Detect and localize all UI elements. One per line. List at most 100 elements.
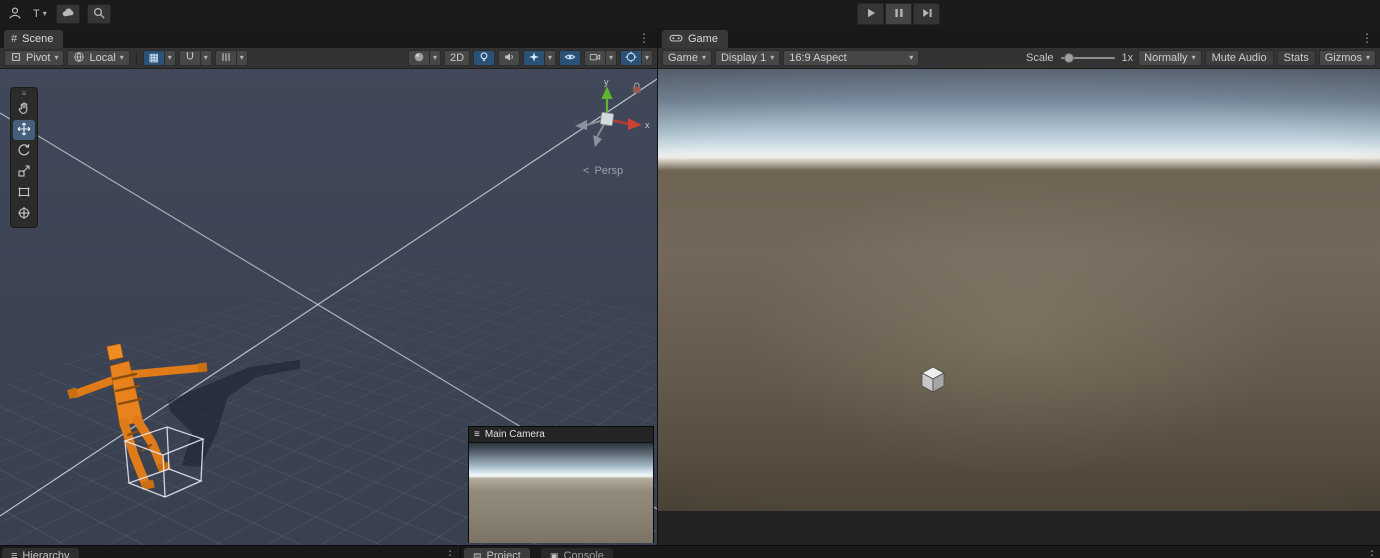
tools-dropdown-label: T	[33, 8, 40, 20]
lightbulb-icon	[478, 51, 490, 66]
console-icon: ▣	[550, 551, 559, 558]
tab-game[interactable]: Game	[662, 30, 728, 48]
rotate-tool-button[interactable]	[13, 141, 35, 161]
main-toolbar: T ▾	[0, 0, 1380, 29]
hand-icon	[17, 101, 31, 118]
camera-settings-button[interactable]	[584, 50, 606, 66]
grid-visibility-toggle[interactable]: ▦	[143, 50, 165, 66]
move-tool-button[interactable]	[13, 120, 35, 140]
tools-dropdown[interactable]: T ▾	[31, 4, 49, 24]
display-target-dropdown[interactable]: Game ▾	[662, 50, 712, 66]
scale-tool-button[interactable]	[13, 162, 35, 182]
account-button[interactable]	[6, 4, 24, 24]
eye-icon	[564, 51, 576, 66]
view-tool-button[interactable]	[13, 99, 35, 119]
shaded-sphere-icon	[413, 51, 425, 66]
play-mode-dropdown[interactable]: Normally ▾	[1138, 50, 1201, 66]
game-toolbar: Game ▾ Display 1 ▾ 16:9 Aspect ▾ Scale 1…	[658, 48, 1380, 69]
scale-slider[interactable]	[1059, 50, 1117, 66]
cube-object	[920, 365, 946, 394]
step-icon	[920, 6, 934, 23]
handle-space-dropdown[interactable]: Local ▾	[67, 50, 129, 66]
chevron-down-icon: ▾	[240, 54, 244, 62]
game-gizmos-dropdown[interactable]: Gizmos ▾	[1319, 50, 1376, 66]
orientation-gizmo: y x < Persp	[545, 79, 657, 181]
cloud-button[interactable]	[56, 4, 80, 24]
pause-button[interactable]	[885, 3, 912, 25]
globe-icon	[73, 51, 85, 66]
account-icon	[8, 6, 22, 23]
rect-tool-button[interactable]	[13, 183, 35, 203]
game-panel-menu-icon[interactable]: ⋮	[1361, 32, 1373, 44]
hamburger-icon: ≡	[474, 429, 480, 440]
shading-mode-options[interactable]: ▾	[430, 50, 441, 66]
project-panel-menu-icon[interactable]: ⋮	[1366, 548, 1378, 558]
gizmos-toggle[interactable]	[620, 50, 642, 66]
grid-visibility-options[interactable]: ▾	[165, 50, 176, 66]
projection-toggle[interactable]: < Persp	[583, 165, 623, 177]
aspect-ratio-dropdown[interactable]: 16:9 Aspect ▾	[783, 50, 919, 66]
gizmo-globe-icon	[625, 51, 637, 66]
grid-snap-options[interactable]: ▾	[237, 50, 248, 66]
transform-tool-button[interactable]	[13, 204, 35, 224]
shading-mode-button[interactable]	[408, 50, 430, 66]
play-mode-label: Normally	[1144, 52, 1187, 64]
scene-lighting-toggle[interactable]	[473, 50, 495, 66]
gizmo-x-axis[interactable]: x	[607, 118, 650, 130]
scene-visibility-toggle[interactable]	[559, 50, 581, 66]
play-button[interactable]	[857, 3, 884, 25]
display-number-dropdown[interactable]: Display 1 ▾	[715, 50, 780, 66]
scene-tab-label: Scene	[22, 33, 53, 45]
display-number-label: Display 1	[721, 52, 766, 64]
tab-project[interactable]: ▤ Project	[464, 548, 530, 558]
lock-icon[interactable]	[633, 83, 640, 93]
play-controls	[857, 3, 940, 25]
step-button[interactable]	[913, 3, 940, 25]
stats-button[interactable]: Stats	[1277, 50, 1316, 66]
snap-options[interactable]: ▾	[201, 50, 212, 66]
transform-icon	[17, 206, 31, 223]
snap-toggle[interactable]	[179, 50, 201, 66]
chevron-down-icon: ▾	[909, 54, 913, 62]
scene-effects-options[interactable]: ▾	[545, 50, 556, 66]
axis-x-label: x	[645, 120, 650, 130]
hierarchy-panel-menu-icon[interactable]: ⋮	[444, 548, 456, 558]
camera-settings-options[interactable]: ▾	[606, 50, 617, 66]
mute-audio-button[interactable]: Mute Audio	[1205, 50, 1274, 66]
axis-y-label: y	[604, 79, 609, 87]
speaker-icon	[503, 51, 515, 66]
scene-viewport[interactable]: ≡ y x < Persp ≡ Main Camera	[0, 69, 657, 545]
chevron-down-icon: ▾	[1366, 54, 1370, 62]
chevron-down-icon: ▾	[645, 54, 649, 62]
gizmo-center-cube[interactable]	[600, 112, 614, 126]
magnet-icon	[184, 51, 196, 66]
camera-preview-overlay[interactable]: ≡ Main Camera	[468, 426, 654, 543]
scene-audio-toggle[interactable]	[498, 50, 520, 66]
search-button[interactable]	[87, 4, 111, 24]
scene-effects-toggle[interactable]	[523, 50, 545, 66]
chevron-down-icon: ▾	[609, 54, 613, 62]
tools-drag-handle[interactable]: ≡	[22, 89, 27, 98]
game-viewport	[658, 69, 1380, 511]
2d-toggle[interactable]: 2D	[444, 50, 470, 66]
scale-slider-handle[interactable]	[1064, 53, 1074, 63]
camera-preview-header[interactable]: ≡ Main Camera	[469, 427, 653, 443]
bottom-panel-divider	[460, 546, 461, 558]
selection-wireframe-cube[interactable]	[115, 419, 215, 514]
tab-console[interactable]: ▣ Console	[541, 548, 613, 558]
display-target-label: Game	[668, 52, 698, 64]
scale-value: 1x	[1120, 52, 1136, 64]
scene-panel-menu-icon[interactable]: ⋮	[638, 32, 650, 44]
sparkle-icon	[528, 51, 540, 66]
grid-icon: ▦	[149, 53, 159, 64]
pivot-dropdown[interactable]: Pivot ▾	[4, 50, 64, 66]
aspect-ratio-label: 16:9 Aspect	[789, 52, 847, 64]
tab-scene[interactable]: # Scene	[4, 30, 63, 48]
game-panel: Game ⋮ Game ▾ Display 1 ▾ 16:9 Aspect ▾ …	[658, 28, 1380, 545]
tab-hierarchy[interactable]: ≡ Hierarchy	[2, 548, 79, 558]
pivot-label: Pivot	[26, 52, 50, 64]
gizmos-options[interactable]: ▾	[642, 50, 653, 66]
scene-tabbar: # Scene ⋮	[0, 28, 657, 48]
console-tab-label: Console	[564, 550, 604, 558]
grid-snap-toggle[interactable]	[215, 50, 237, 66]
